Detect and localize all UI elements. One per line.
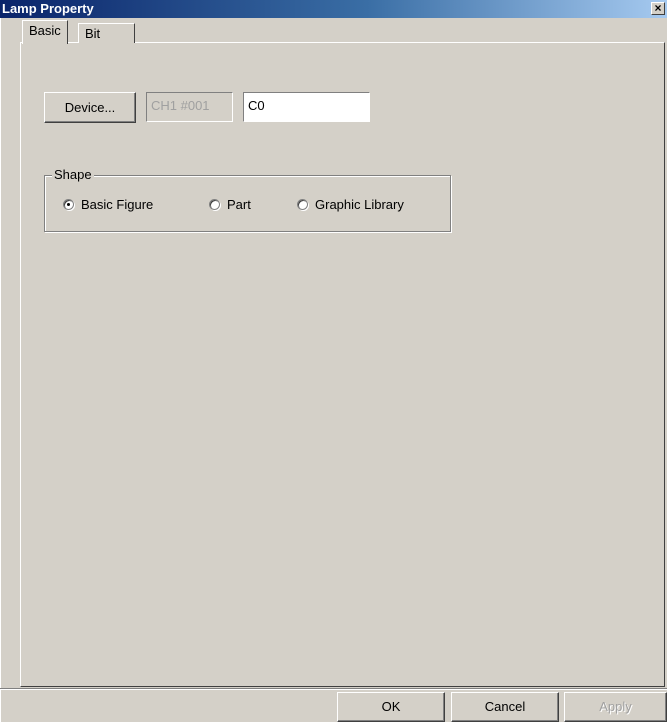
radio-basic-figure-label: Basic Figure — [81, 197, 154, 212]
shape-group-label: Shape — [52, 167, 94, 182]
channel-field: CH1 #001 — [146, 92, 233, 122]
tab-bit-label: Bit — [85, 26, 101, 41]
apply-button[interactable]: Apply — [564, 692, 667, 722]
ok-button[interactable]: OK — [337, 692, 445, 722]
radio-part-label: Part — [227, 197, 251, 212]
radio-graphic-library-label: Graphic Library — [315, 197, 404, 212]
close-button[interactable]: × — [651, 2, 665, 15]
radio-button-icon — [63, 199, 74, 210]
footer-separator — [0, 688, 667, 690]
radio-button-icon — [297, 199, 308, 210]
cancel-button[interactable]: Cancel — [451, 692, 559, 722]
radio-button-icon — [209, 199, 220, 210]
device-button[interactable]: Device... — [44, 92, 136, 123]
title-bar[interactable]: Lamp Property × — [0, 0, 667, 18]
tab-basic[interactable]: Basic — [22, 20, 68, 44]
close-icon: × — [654, 1, 662, 15]
device-address-input[interactable]: C0 — [243, 92, 370, 122]
tab-bit[interactable]: Bit — [78, 23, 135, 43]
tab-basic-label: Basic — [29, 23, 61, 38]
window-title: Lamp Property — [2, 1, 94, 16]
radio-selected-dot — [67, 203, 70, 206]
tab-panel-basic — [20, 42, 665, 687]
